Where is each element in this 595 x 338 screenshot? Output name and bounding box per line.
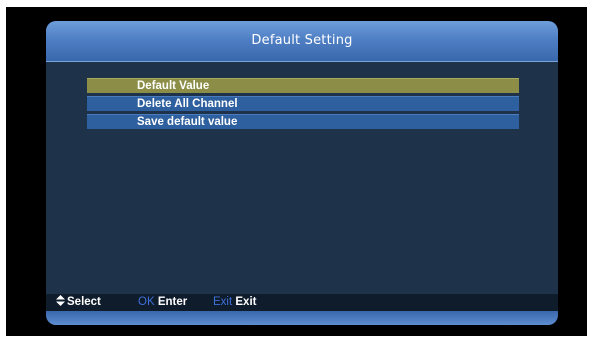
- settings-menu: Default Value Delete All Channel Save de…: [87, 78, 519, 132]
- enter-hint: OK Enter: [138, 294, 187, 311]
- exit-label: Exit: [235, 296, 257, 308]
- up-down-arrow-icon: [56, 295, 65, 306]
- default-setting-dialog: Default Setting Default Value Delete All…: [46, 21, 558, 325]
- exit-key-label: Exit: [213, 296, 233, 308]
- dialog-title: Default Setting: [251, 33, 353, 48]
- menu-item-save-default-value[interactable]: Save default value: [87, 114, 519, 129]
- dialog-header: Default Setting: [46, 21, 558, 62]
- key-hint-bar: Select OK Enter Exit Exit: [46, 294, 558, 311]
- menu-item-label: Save default value: [137, 116, 238, 128]
- select-hint: Select: [56, 294, 101, 311]
- menu-item-label: Delete All Channel: [137, 98, 238, 110]
- select-label: Select: [67, 296, 101, 308]
- menu-item-delete-all-channel[interactable]: Delete All Channel: [87, 96, 519, 111]
- menu-item-default-value[interactable]: Default Value: [87, 78, 519, 93]
- ok-key-label: OK: [138, 296, 155, 308]
- menu-item-label: Default Value: [137, 80, 210, 92]
- enter-label: Enter: [157, 296, 188, 308]
- exit-hint: Exit Exit: [213, 294, 256, 311]
- tv-screen: Default Setting Default Value Delete All…: [6, 7, 587, 336]
- dialog-bottom-bar: [46, 311, 558, 325]
